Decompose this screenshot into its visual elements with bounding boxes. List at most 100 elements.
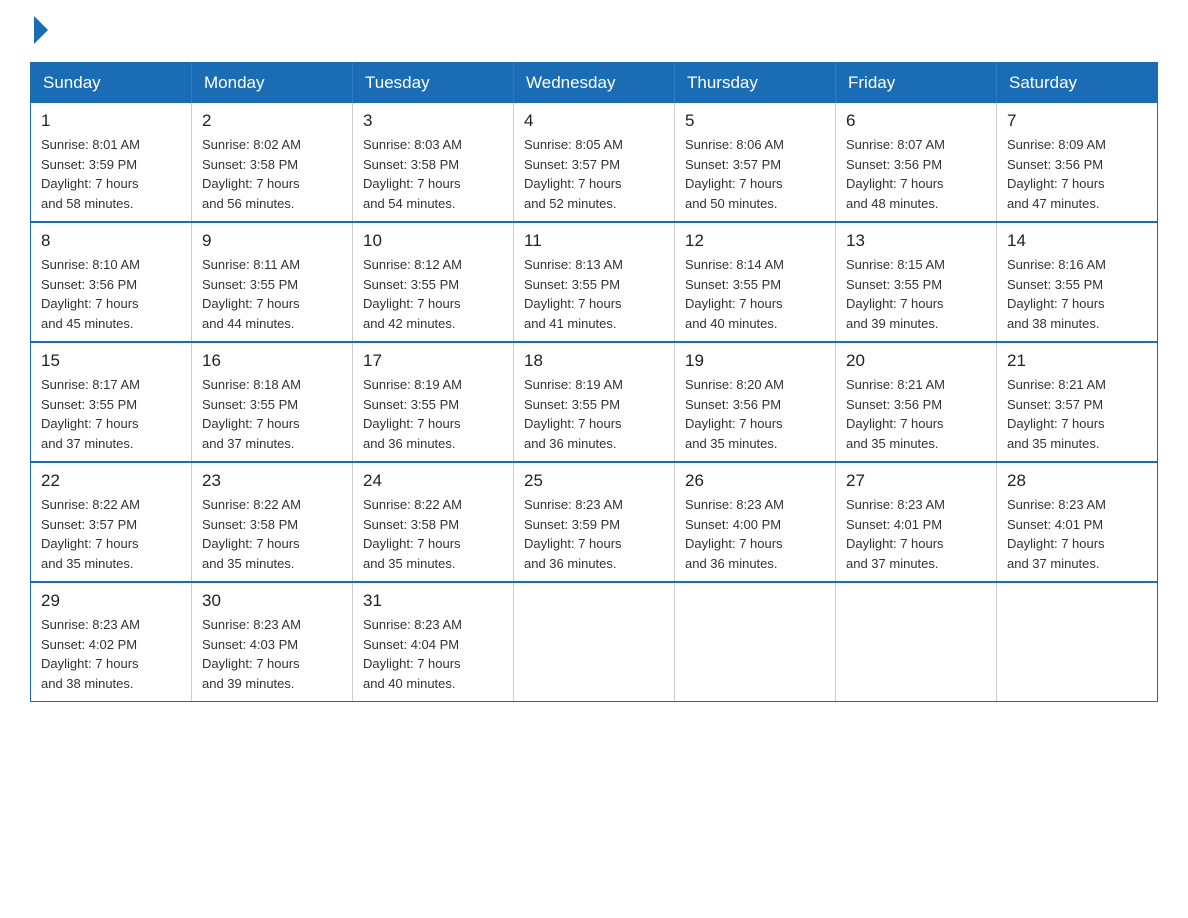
day-info: Sunrise: 8:21 AM Sunset: 3:57 PM Dayligh…	[1007, 375, 1147, 453]
day-info: Sunrise: 8:20 AM Sunset: 3:56 PM Dayligh…	[685, 375, 825, 453]
calendar-cell: 7 Sunrise: 8:09 AM Sunset: 3:56 PM Dayli…	[997, 103, 1158, 222]
calendar-cell: 29 Sunrise: 8:23 AM Sunset: 4:02 PM Dayl…	[31, 582, 192, 702]
day-info: Sunrise: 8:23 AM Sunset: 4:00 PM Dayligh…	[685, 495, 825, 573]
calendar-cell	[836, 582, 997, 702]
calendar-day-header: Tuesday	[353, 63, 514, 104]
calendar-cell: 23 Sunrise: 8:22 AM Sunset: 3:58 PM Dayl…	[192, 462, 353, 582]
calendar-cell	[997, 582, 1158, 702]
calendar-cell: 26 Sunrise: 8:23 AM Sunset: 4:00 PM Dayl…	[675, 462, 836, 582]
calendar-week-row: 29 Sunrise: 8:23 AM Sunset: 4:02 PM Dayl…	[31, 582, 1158, 702]
day-number: 28	[1007, 471, 1147, 491]
day-info: Sunrise: 8:09 AM Sunset: 3:56 PM Dayligh…	[1007, 135, 1147, 213]
day-info: Sunrise: 8:18 AM Sunset: 3:55 PM Dayligh…	[202, 375, 342, 453]
calendar-cell: 16 Sunrise: 8:18 AM Sunset: 3:55 PM Dayl…	[192, 342, 353, 462]
calendar-cell: 5 Sunrise: 8:06 AM Sunset: 3:57 PM Dayli…	[675, 103, 836, 222]
day-number: 27	[846, 471, 986, 491]
calendar-day-header: Sunday	[31, 63, 192, 104]
calendar-week-row: 22 Sunrise: 8:22 AM Sunset: 3:57 PM Dayl…	[31, 462, 1158, 582]
calendar-cell: 4 Sunrise: 8:05 AM Sunset: 3:57 PM Dayli…	[514, 103, 675, 222]
day-number: 30	[202, 591, 342, 611]
day-number: 8	[41, 231, 181, 251]
day-number: 15	[41, 351, 181, 371]
day-number: 13	[846, 231, 986, 251]
day-number: 21	[1007, 351, 1147, 371]
day-number: 12	[685, 231, 825, 251]
day-info: Sunrise: 8:19 AM Sunset: 3:55 PM Dayligh…	[363, 375, 503, 453]
day-number: 9	[202, 231, 342, 251]
day-number: 2	[202, 111, 342, 131]
day-info: Sunrise: 8:13 AM Sunset: 3:55 PM Dayligh…	[524, 255, 664, 333]
day-info: Sunrise: 8:23 AM Sunset: 4:03 PM Dayligh…	[202, 615, 342, 693]
day-number: 29	[41, 591, 181, 611]
calendar-cell: 18 Sunrise: 8:19 AM Sunset: 3:55 PM Dayl…	[514, 342, 675, 462]
calendar-cell: 27 Sunrise: 8:23 AM Sunset: 4:01 PM Dayl…	[836, 462, 997, 582]
day-number: 24	[363, 471, 503, 491]
day-info: Sunrise: 8:23 AM Sunset: 4:02 PM Dayligh…	[41, 615, 181, 693]
calendar-week-row: 8 Sunrise: 8:10 AM Sunset: 3:56 PM Dayli…	[31, 222, 1158, 342]
calendar-week-row: 15 Sunrise: 8:17 AM Sunset: 3:55 PM Dayl…	[31, 342, 1158, 462]
day-info: Sunrise: 8:23 AM Sunset: 3:59 PM Dayligh…	[524, 495, 664, 573]
calendar-header-row: SundayMondayTuesdayWednesdayThursdayFrid…	[31, 63, 1158, 104]
calendar-cell: 14 Sunrise: 8:16 AM Sunset: 3:55 PM Dayl…	[997, 222, 1158, 342]
day-number: 18	[524, 351, 664, 371]
logo-arrow-icon	[34, 16, 48, 44]
calendar-day-header: Monday	[192, 63, 353, 104]
day-number: 20	[846, 351, 986, 371]
calendar-cell	[514, 582, 675, 702]
day-info: Sunrise: 8:22 AM Sunset: 3:58 PM Dayligh…	[202, 495, 342, 573]
day-info: Sunrise: 8:14 AM Sunset: 3:55 PM Dayligh…	[685, 255, 825, 333]
day-info: Sunrise: 8:22 AM Sunset: 3:57 PM Dayligh…	[41, 495, 181, 573]
calendar-cell: 6 Sunrise: 8:07 AM Sunset: 3:56 PM Dayli…	[836, 103, 997, 222]
day-number: 1	[41, 111, 181, 131]
day-number: 11	[524, 231, 664, 251]
day-info: Sunrise: 8:23 AM Sunset: 4:01 PM Dayligh…	[1007, 495, 1147, 573]
day-number: 4	[524, 111, 664, 131]
calendar-cell: 20 Sunrise: 8:21 AM Sunset: 3:56 PM Dayl…	[836, 342, 997, 462]
calendar-cell: 31 Sunrise: 8:23 AM Sunset: 4:04 PM Dayl…	[353, 582, 514, 702]
calendar-cell: 15 Sunrise: 8:17 AM Sunset: 3:55 PM Dayl…	[31, 342, 192, 462]
day-number: 19	[685, 351, 825, 371]
day-number: 22	[41, 471, 181, 491]
day-number: 23	[202, 471, 342, 491]
day-number: 25	[524, 471, 664, 491]
day-number: 6	[846, 111, 986, 131]
day-info: Sunrise: 8:21 AM Sunset: 3:56 PM Dayligh…	[846, 375, 986, 453]
calendar-cell: 12 Sunrise: 8:14 AM Sunset: 3:55 PM Dayl…	[675, 222, 836, 342]
calendar-cell: 21 Sunrise: 8:21 AM Sunset: 3:57 PM Dayl…	[997, 342, 1158, 462]
calendar-cell: 13 Sunrise: 8:15 AM Sunset: 3:55 PM Dayl…	[836, 222, 997, 342]
day-number: 14	[1007, 231, 1147, 251]
calendar-cell: 25 Sunrise: 8:23 AM Sunset: 3:59 PM Dayl…	[514, 462, 675, 582]
day-info: Sunrise: 8:17 AM Sunset: 3:55 PM Dayligh…	[41, 375, 181, 453]
calendar-cell: 10 Sunrise: 8:12 AM Sunset: 3:55 PM Dayl…	[353, 222, 514, 342]
day-number: 16	[202, 351, 342, 371]
day-info: Sunrise: 8:19 AM Sunset: 3:55 PM Dayligh…	[524, 375, 664, 453]
day-info: Sunrise: 8:03 AM Sunset: 3:58 PM Dayligh…	[363, 135, 503, 213]
day-info: Sunrise: 8:01 AM Sunset: 3:59 PM Dayligh…	[41, 135, 181, 213]
logo	[30, 20, 48, 42]
day-number: 3	[363, 111, 503, 131]
calendar-day-header: Wednesday	[514, 63, 675, 104]
calendar-cell: 24 Sunrise: 8:22 AM Sunset: 3:58 PM Dayl…	[353, 462, 514, 582]
day-info: Sunrise: 8:12 AM Sunset: 3:55 PM Dayligh…	[363, 255, 503, 333]
page-header	[30, 20, 1158, 42]
day-info: Sunrise: 8:15 AM Sunset: 3:55 PM Dayligh…	[846, 255, 986, 333]
day-number: 5	[685, 111, 825, 131]
day-info: Sunrise: 8:07 AM Sunset: 3:56 PM Dayligh…	[846, 135, 986, 213]
calendar-day-header: Saturday	[997, 63, 1158, 104]
day-number: 17	[363, 351, 503, 371]
calendar-cell: 2 Sunrise: 8:02 AM Sunset: 3:58 PM Dayli…	[192, 103, 353, 222]
day-info: Sunrise: 8:10 AM Sunset: 3:56 PM Dayligh…	[41, 255, 181, 333]
calendar-table: SundayMondayTuesdayWednesdayThursdayFrid…	[30, 62, 1158, 702]
calendar-day-header: Thursday	[675, 63, 836, 104]
day-info: Sunrise: 8:06 AM Sunset: 3:57 PM Dayligh…	[685, 135, 825, 213]
calendar-day-header: Friday	[836, 63, 997, 104]
calendar-cell: 30 Sunrise: 8:23 AM Sunset: 4:03 PM Dayl…	[192, 582, 353, 702]
day-info: Sunrise: 8:23 AM Sunset: 4:04 PM Dayligh…	[363, 615, 503, 693]
calendar-cell: 28 Sunrise: 8:23 AM Sunset: 4:01 PM Dayl…	[997, 462, 1158, 582]
day-number: 26	[685, 471, 825, 491]
calendar-cell: 3 Sunrise: 8:03 AM Sunset: 3:58 PM Dayli…	[353, 103, 514, 222]
day-info: Sunrise: 8:22 AM Sunset: 3:58 PM Dayligh…	[363, 495, 503, 573]
calendar-cell: 22 Sunrise: 8:22 AM Sunset: 3:57 PM Dayl…	[31, 462, 192, 582]
calendar-cell: 17 Sunrise: 8:19 AM Sunset: 3:55 PM Dayl…	[353, 342, 514, 462]
day-info: Sunrise: 8:02 AM Sunset: 3:58 PM Dayligh…	[202, 135, 342, 213]
